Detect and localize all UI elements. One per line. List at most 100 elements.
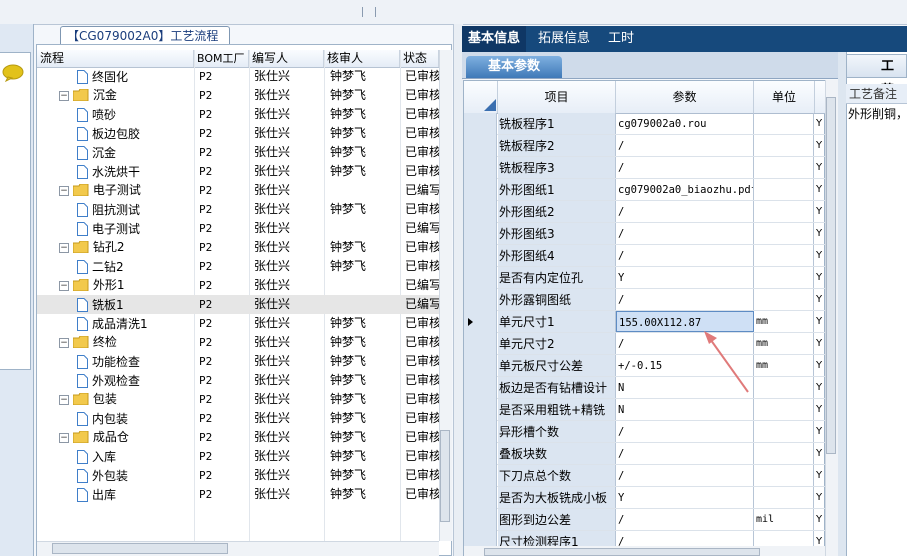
tree-node[interactable]: 内包装 bbox=[77, 409, 194, 428]
row-indicator[interactable] bbox=[464, 421, 497, 443]
grid-row[interactable]: 单元板尺寸公差 +/-0.15 mm Y bbox=[464, 355, 825, 377]
grid-row[interactable]: 外形图纸1 cg079002a0_biaozhu.pdf Y bbox=[464, 179, 825, 201]
row-indicator[interactable] bbox=[464, 201, 497, 223]
tree-row[interactable]: 功能检查 P2 张仕兴 钟梦飞 已审核 bbox=[37, 352, 439, 371]
collapse-toggle-icon[interactable]: − bbox=[59, 243, 69, 253]
row-indicator[interactable] bbox=[464, 333, 497, 355]
tree-row[interactable]: 成品清洗1 P2 张仕兴 钟梦飞 已审核 bbox=[37, 314, 439, 333]
value-cell[interactable]: / bbox=[616, 289, 754, 310]
collapse-toggle-icon[interactable]: − bbox=[59, 91, 69, 101]
tree-row[interactable]: − 成品仓 P2 张仕兴 钟梦飞 已审核 bbox=[37, 428, 439, 447]
column-header-writer[interactable]: 编写人 bbox=[249, 50, 324, 67]
tree-row[interactable]: 铣板1 P2 张仕兴 已编写 bbox=[37, 295, 439, 314]
tree-node[interactable]: 终固化 bbox=[77, 67, 194, 86]
grid-vertical-scroll-thumb[interactable] bbox=[826, 97, 836, 454]
value-cell[interactable]: N bbox=[616, 399, 754, 420]
tree-node[interactable]: 电子测试 bbox=[77, 219, 194, 238]
tree-node[interactable]: 铣板1 bbox=[77, 295, 194, 314]
row-indicator[interactable] bbox=[464, 377, 497, 399]
grid-row[interactable]: 外形图纸3/ Y bbox=[464, 223, 825, 245]
tree-node[interactable]: 水洗烘干 bbox=[77, 162, 194, 181]
grid-row[interactable]: 单元尺寸1 155.00X112.87 mm Y bbox=[464, 311, 825, 333]
tree-node[interactable]: 成品清洗1 bbox=[77, 314, 194, 333]
tree-row[interactable]: − 终检 P2 张仕兴 钟梦飞 已审核 bbox=[37, 333, 439, 352]
grid-horizontal-scroll-thumb[interactable] bbox=[484, 548, 760, 556]
vertical-splitter[interactable] bbox=[453, 24, 463, 556]
value-cell[interactable]: / bbox=[616, 509, 754, 530]
tree-node[interactable]: 入库 bbox=[77, 447, 194, 466]
value-cell[interactable]: / bbox=[616, 421, 754, 442]
row-indicator[interactable] bbox=[464, 245, 497, 267]
splitter-grip[interactable] bbox=[362, 7, 376, 17]
tree-row[interactable]: 二钻2 P2 张仕兴 钟梦飞 已审核 bbox=[37, 257, 439, 276]
value-cell[interactable]: / bbox=[616, 201, 754, 222]
row-indicator[interactable] bbox=[464, 487, 497, 509]
value-cell[interactable]: / bbox=[616, 443, 754, 464]
tree-row[interactable]: 沉金 P2 张仕兴 钟梦飞 已审核 bbox=[37, 143, 439, 162]
tree-node[interactable]: − 沉金 bbox=[59, 86, 194, 105]
row-indicator[interactable] bbox=[464, 179, 497, 201]
row-indicator[interactable] bbox=[464, 135, 497, 157]
tree-node[interactable]: − 成品仓 bbox=[59, 428, 194, 447]
tree-node[interactable]: − 钻孔2 bbox=[59, 238, 194, 257]
tab-work-hours[interactable]: 工时 bbox=[602, 26, 640, 52]
grid-row[interactable]: 是否有内定位孔 Y Y bbox=[464, 267, 825, 289]
collapse-toggle-icon[interactable]: − bbox=[59, 186, 69, 196]
tree-node[interactable]: 功能检查 bbox=[77, 352, 194, 371]
grid-row[interactable]: 下刀点总个数 / Y bbox=[464, 465, 825, 487]
tree-row[interactable]: 出库 P2 张仕兴 钟梦飞 已审核 bbox=[37, 485, 439, 504]
row-indicator[interactable] bbox=[464, 289, 497, 311]
tree-node[interactable]: 外包装 bbox=[77, 466, 194, 485]
row-indicator[interactable] bbox=[464, 465, 497, 487]
column-header-flow[interactable]: 流程 bbox=[37, 50, 194, 67]
tree-row[interactable]: 外观检查 P2 张仕兴 钟梦飞 已审核 bbox=[37, 371, 439, 390]
tree-row[interactable]: 电子测试 P2 张仕兴 已编写 bbox=[37, 219, 439, 238]
value-cell[interactable]: cg079002a0_biaozhu.pdf bbox=[616, 179, 754, 200]
value-cell[interactable]: / bbox=[616, 245, 754, 266]
tree-row[interactable]: 阻抗测试 P2 张仕兴 钟梦飞 已审核 bbox=[37, 200, 439, 219]
grid-row[interactable]: 外形露铜图纸 / Y bbox=[464, 289, 825, 311]
tree-row[interactable]: − 电子测试 P2 张仕兴 已编写 bbox=[37, 181, 439, 200]
tree-vertical-scroll-thumb[interactable] bbox=[440, 430, 450, 522]
tree-row[interactable]: − 外形1 P2 张仕兴 已编写 bbox=[37, 276, 439, 295]
collapse-toggle-icon[interactable]: − bbox=[59, 433, 69, 443]
row-indicator[interactable] bbox=[464, 355, 497, 377]
chat-bubble-icon[interactable] bbox=[2, 64, 24, 82]
tab-process[interactable]: 工艺 bbox=[846, 54, 907, 98]
row-indicator[interactable] bbox=[464, 399, 497, 421]
tree-node[interactable]: − 终检 bbox=[59, 333, 194, 352]
grid-row[interactable]: 是否采用粗铣+精铣 N Y bbox=[464, 399, 825, 421]
grid-row[interactable]: 单元尺寸2/mm Y bbox=[464, 333, 825, 355]
tree-horizontal-scroll-thumb[interactable] bbox=[52, 543, 228, 554]
grid-row[interactable]: 外形图纸4/ Y bbox=[464, 245, 825, 267]
grid-row[interactable]: 外形图纸2/ Y bbox=[464, 201, 825, 223]
column-header-status[interactable]: 状态 bbox=[400, 50, 439, 67]
grid-row[interactable]: 板边是否有钻槽设计 N Y bbox=[464, 377, 825, 399]
collapse-toggle-icon[interactable]: − bbox=[59, 395, 69, 405]
tree-row[interactable]: − 钻孔2 P2 张仕兴 钟梦飞 已审核 bbox=[37, 238, 439, 257]
row-indicator[interactable] bbox=[464, 157, 497, 179]
tree-node[interactable]: − 电子测试 bbox=[59, 181, 194, 200]
tree-node[interactable]: 阻抗测试 bbox=[77, 200, 194, 219]
grid-row[interactable]: 铣板程序2/ Y bbox=[464, 135, 825, 157]
collapse-toggle-icon[interactable]: − bbox=[59, 281, 69, 291]
column-header-checker[interactable]: 核审人 bbox=[324, 50, 400, 67]
grid-row[interactable]: 铣板程序3/ Y bbox=[464, 157, 825, 179]
column-header-value[interactable]: 参数 bbox=[616, 81, 754, 113]
column-header-bom[interactable]: BOM工厂 bbox=[194, 50, 249, 67]
value-cell[interactable]: Y bbox=[616, 267, 754, 288]
grid-row[interactable]: 图形到边公差 / mil Y bbox=[464, 509, 825, 531]
tree-row[interactable]: 外包装 P2 张仕兴 钟梦飞 已审核 bbox=[37, 466, 439, 485]
row-indicator[interactable] bbox=[464, 113, 497, 135]
tab-extended-info[interactable]: 拓展信息 bbox=[532, 26, 596, 52]
row-indicator[interactable] bbox=[464, 267, 497, 289]
value-cell[interactable]: / bbox=[616, 465, 754, 486]
value-cell[interactable]: Y bbox=[616, 487, 754, 508]
value-cell[interactable]: / bbox=[616, 223, 754, 244]
tree-node[interactable]: − 包装 bbox=[59, 390, 194, 409]
column-header-item[interactable]: 项目 bbox=[498, 81, 616, 113]
grid-row[interactable]: 是否为大板铣成小板 Y Y bbox=[464, 487, 825, 509]
grid-row[interactable]: 铣板程序1 cg079002a0.rou Y bbox=[464, 113, 825, 135]
grid-row[interactable]: 异形槽个数 / Y bbox=[464, 421, 825, 443]
tree-row[interactable]: 喷砂 P2 张仕兴 钟梦飞 已审核 bbox=[37, 105, 439, 124]
